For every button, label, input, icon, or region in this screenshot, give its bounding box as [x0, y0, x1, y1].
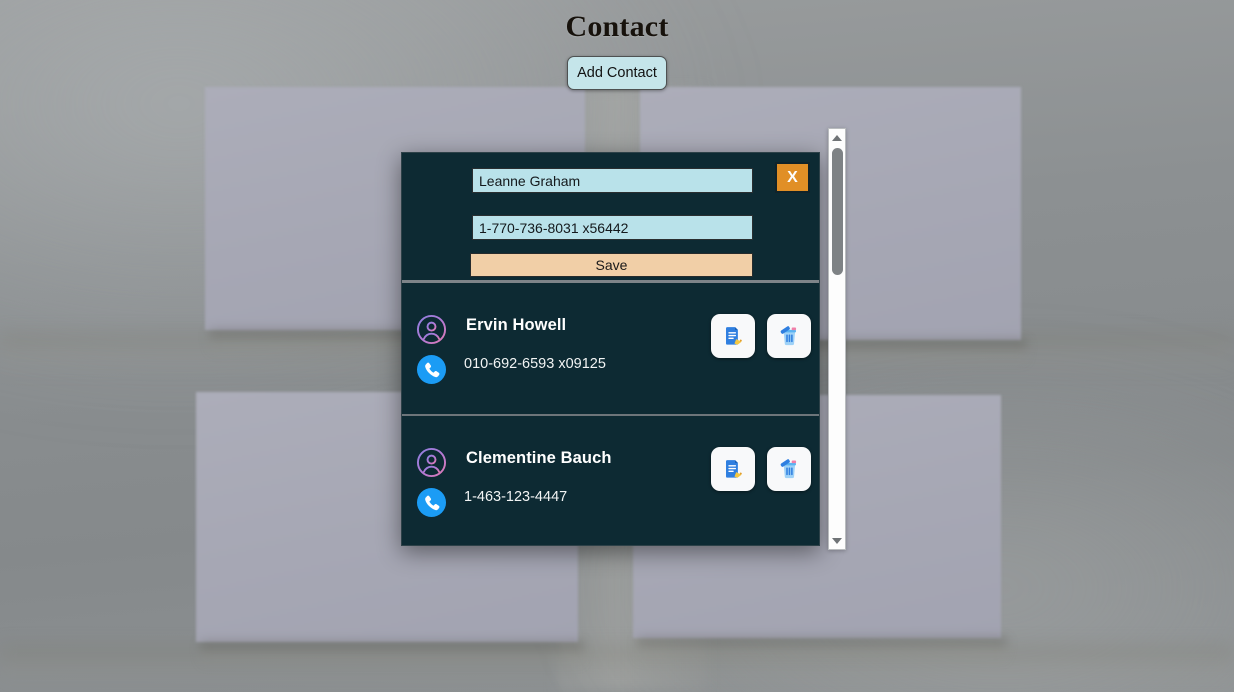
background-shelf-band-bottom	[0, 644, 1234, 692]
contact-name: Ervin Howell	[466, 316, 567, 334]
delete-contact-button[interactable]	[767, 447, 811, 491]
contact-name: Clementine Bauch	[466, 449, 612, 467]
phone-icon	[416, 487, 447, 518]
delete-contact-button[interactable]	[767, 314, 811, 358]
contact-row-actions	[711, 314, 811, 358]
name-input[interactable]	[472, 168, 753, 193]
wastebasket-icon	[776, 456, 802, 482]
page-title: Contact	[565, 10, 669, 43]
memo-pencil-icon	[720, 323, 746, 349]
close-button[interactable]: X	[775, 162, 810, 193]
contact-phone: 1-463-123-4447	[464, 489, 568, 505]
phone-input[interactable]	[472, 215, 753, 240]
user-circle-icon	[416, 314, 447, 345]
modal-scrollbar[interactable]	[828, 128, 846, 550]
user-circle-icon	[416, 447, 447, 478]
contact-list-item: Ervin Howell 010-692-6593 x09125	[402, 283, 819, 416]
memo-pencil-icon	[720, 456, 746, 482]
add-contact-button[interactable]: Add Contact	[567, 56, 667, 90]
contact-phone: 010-692-6593 x09125	[464, 356, 606, 372]
scrollbar-thumb[interactable]	[832, 148, 843, 275]
scroll-up-arrow[interactable]	[829, 130, 845, 145]
wastebasket-icon	[776, 323, 802, 349]
edit-contact-button[interactable]	[711, 314, 755, 358]
contact-modal: Save X Erv	[401, 152, 820, 546]
contact-row-actions	[711, 447, 811, 491]
contact-list-item: Clementine Bauch 1-463-123-4447	[402, 416, 819, 545]
save-button[interactable]: Save	[470, 253, 753, 277]
contact-form: Save X	[402, 153, 819, 283]
scroll-down-arrow[interactable]	[829, 533, 845, 548]
phone-icon	[416, 354, 447, 385]
edit-contact-button[interactable]	[711, 447, 755, 491]
